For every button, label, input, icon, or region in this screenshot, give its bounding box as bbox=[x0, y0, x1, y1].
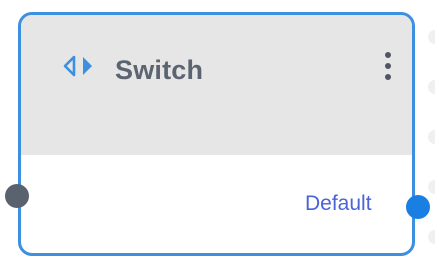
canvas: Switch Default bbox=[0, 0, 435, 261]
background-dot bbox=[428, 180, 435, 194]
background-dot bbox=[428, 130, 435, 144]
kebab-menu-icon[interactable] bbox=[378, 49, 398, 83]
output-label-default: Default bbox=[305, 192, 372, 215]
output-port-default[interactable] bbox=[406, 195, 430, 219]
input-port[interactable] bbox=[5, 184, 29, 208]
switch-icon bbox=[63, 55, 95, 77]
background-dot bbox=[428, 80, 435, 94]
background-dot bbox=[428, 230, 435, 244]
node-header[interactable]: Switch bbox=[21, 15, 412, 155]
background-dot bbox=[428, 30, 435, 44]
switch-node[interactable]: Switch bbox=[18, 12, 415, 256]
node-title: Switch bbox=[115, 55, 204, 85]
